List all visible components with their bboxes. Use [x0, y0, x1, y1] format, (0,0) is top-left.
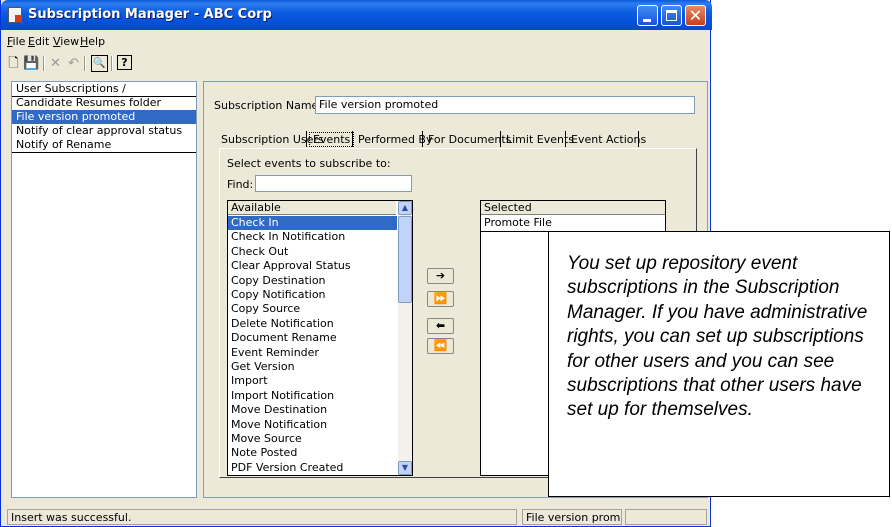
list-item[interactable]: Check In Notification [228, 230, 397, 244]
list-item[interactable]: Promote File [481, 216, 665, 230]
scroll-up-button[interactable]: ▲ [398, 201, 412, 215]
list-item[interactable]: Copy Source [228, 302, 397, 316]
list-item[interactable]: Clear Approval Status [228, 259, 397, 273]
callout-text: You set up repository event subscription… [567, 253, 868, 421]
help-icon[interactable]: ? [117, 55, 132, 70]
close-icon: ✕ [688, 6, 703, 25]
annotation-callout: You set up repository event subscription… [548, 231, 890, 497]
tab-separator [422, 131, 423, 147]
list-item[interactable]: Document Rename [228, 331, 397, 345]
subscription-name-label: Subscription Name [214, 99, 319, 112]
add-all-button[interactable]: ⏩ [427, 291, 454, 307]
tab-separator [306, 131, 307, 147]
new-document-icon[interactable]: 🗋 [5, 55, 22, 72]
list-item[interactable]: Delete Notification [228, 317, 397, 331]
subscription-list[interactable]: User Subscriptions / Candidate Resumes f… [11, 81, 197, 498]
list-item[interactable]: Get Version [228, 360, 397, 374]
status-bar: Insert was successful. File version prom… [1, 506, 710, 526]
list-item[interactable]: Check Out [228, 245, 397, 259]
title-bar[interactable]: Subscription Manager - ABC Corp ✕ [1, 0, 712, 30]
list-item[interactable]: Import Notification [228, 389, 397, 403]
menu-file[interactable]: File [7, 35, 25, 48]
tab-separator [352, 131, 353, 147]
tab-separator [638, 131, 639, 147]
list-item[interactable]: Move Source [228, 432, 397, 446]
list-item[interactable]: Copy Destination [228, 274, 397, 288]
divider [12, 152, 196, 153]
save-icon[interactable]: 💾 [23, 55, 40, 72]
list-item[interactable]: Notify of clear approval status [12, 124, 196, 138]
list-item[interactable]: Notify of Rename [12, 138, 196, 152]
add-button[interactable]: ➔ [427, 268, 454, 284]
menu-help[interactable]: Help [80, 35, 105, 48]
list-item[interactable]: Copy Notification [228, 288, 397, 302]
window-title: Subscription Manager - ABC Corp [28, 7, 272, 22]
toolbar-separator [84, 56, 86, 71]
delete-icon[interactable]: ✕ [47, 55, 64, 72]
list-item[interactable]: Note Posted [228, 446, 397, 460]
tab-separator [500, 131, 501, 147]
status-current-subscription: File version promoted [522, 509, 622, 525]
list-item[interactable]: Import [228, 374, 397, 388]
remove-button[interactable]: ⬅ [427, 318, 454, 334]
maximize-button[interactable] [661, 5, 682, 26]
tab-separator [565, 131, 566, 147]
menu-edit[interactable]: Edit [28, 35, 49, 48]
find-icon[interactable]: 🔍 [91, 55, 108, 72]
toolbar: 🗋 💾 ✕ ↶ 🔍 ? [1, 53, 710, 75]
status-message: Insert was successful. [7, 509, 517, 525]
toolbar-separator [111, 56, 113, 71]
tab-events[interactable]: Events [309, 132, 355, 147]
remove-all-button[interactable]: ⏪ [427, 338, 454, 354]
list-item-selected[interactable]: Check In [228, 216, 397, 231]
available-events-list[interactable]: Available Check In Check In Notification C… [227, 200, 413, 476]
menu-view[interactable]: View [53, 35, 79, 48]
instructions-label: Select events to subscribe to: [227, 157, 391, 170]
undo-icon[interactable]: ↶ [65, 55, 82, 72]
minimize-icon [643, 19, 651, 22]
list-item[interactable]: Move Notification [228, 418, 397, 432]
minimize-button[interactable] [637, 5, 658, 26]
menu-bar: File Edit View Help [1, 34, 710, 50]
status-extra [625, 509, 707, 525]
scroll-down-button[interactable]: ▼ [398, 461, 412, 475]
maximize-icon [666, 10, 677, 21]
list-item[interactable]: Event Reminder [228, 346, 397, 360]
list-item[interactable]: Candidate Resumes folder [12, 96, 196, 110]
list-item[interactable]: PDF Version Created [228, 461, 397, 475]
list-item-user-subscriptions[interactable]: User Subscriptions / [12, 82, 196, 96]
available-header[interactable]: Available [228, 201, 396, 215]
selected-header[interactable]: Selected [481, 201, 665, 215]
app-icon [8, 7, 22, 23]
find-input[interactable] [255, 175, 412, 192]
scroll-thumb[interactable] [398, 216, 412, 303]
available-scrollbar[interactable]: ▲ ▼ [398, 201, 412, 475]
list-item-selected[interactable]: File version promoted [12, 110, 196, 124]
find-label: Find: [227, 178, 254, 191]
close-button[interactable]: ✕ [685, 5, 706, 26]
toolbar-separator [43, 56, 45, 71]
subscription-name-input[interactable]: File version promoted [315, 96, 695, 114]
list-item[interactable]: Move Destination [228, 403, 397, 417]
